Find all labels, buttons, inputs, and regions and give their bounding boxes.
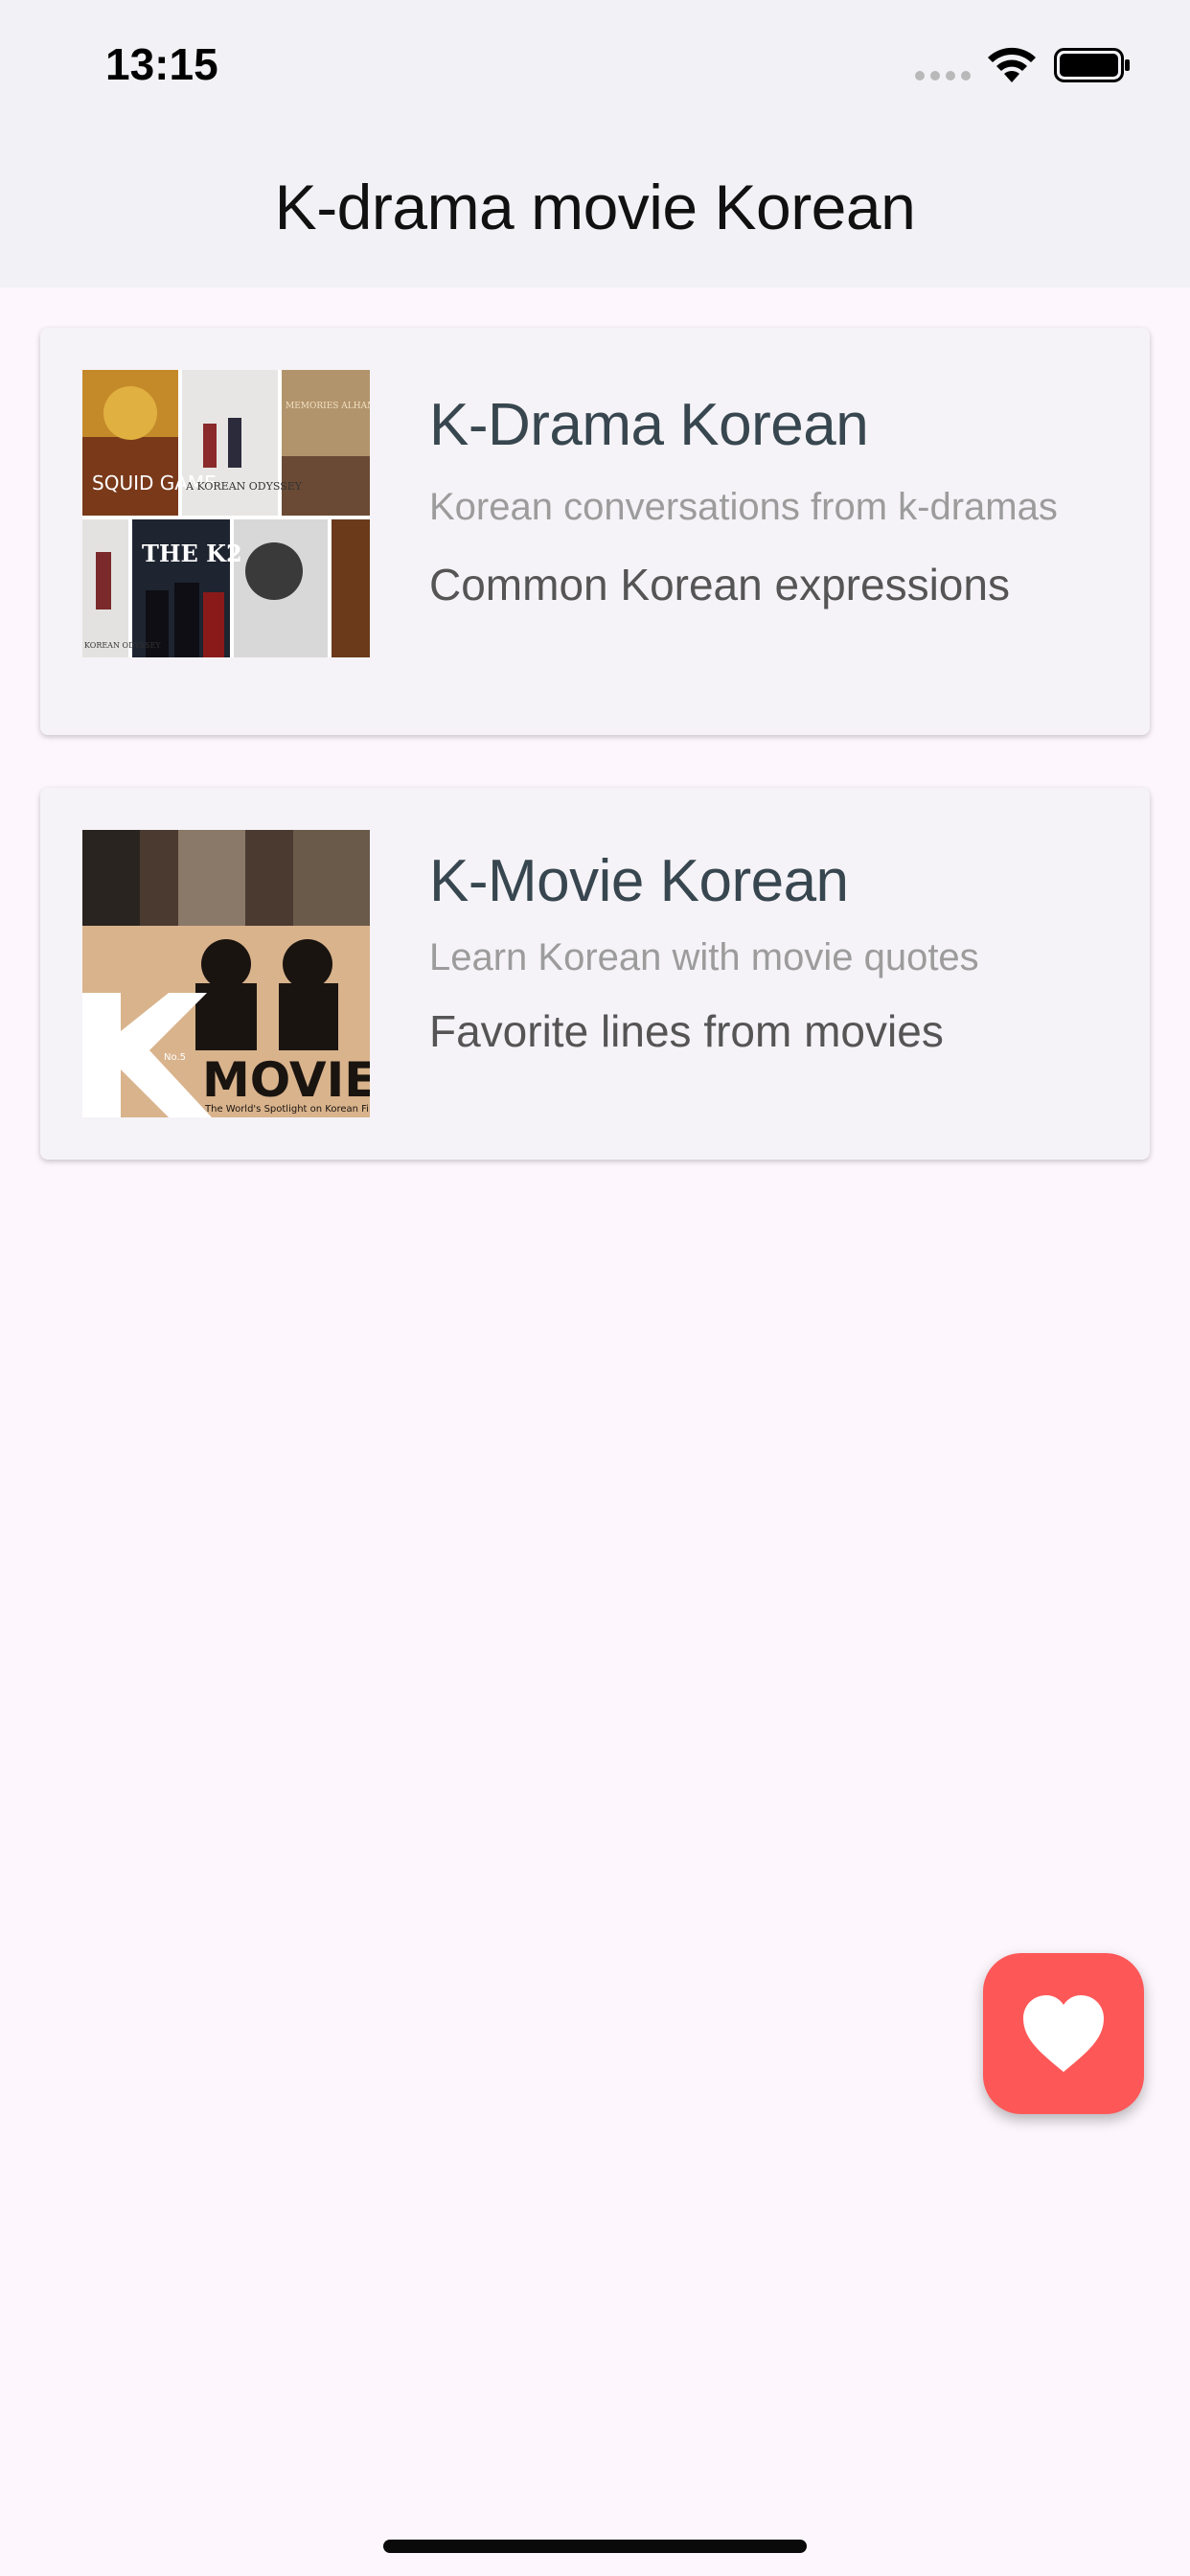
status-bar: 13:15 [0, 0, 1190, 134]
poster-title-korean-odyssey: A KOREAN ODYSSEY [185, 480, 303, 493]
card-caption: Favorite lines from movies [429, 1006, 944, 1056]
favorites-fab-button[interactable] [983, 1953, 1144, 2114]
cellular-signal-icon [915, 71, 971, 80]
home-indicator[interactable] [383, 2540, 807, 2553]
poster-title-alhambra: MEMORIES ALHAMBRA [286, 402, 370, 411]
kmovie-poster-word: MOVIE [202, 1052, 370, 1108]
wifi-icon [988, 47, 1036, 82]
card-subtitle: Learn Korean with movie quotes [429, 936, 979, 978]
kmovie-card-text: K-Movie Korean Learn Korean with movie q… [429, 847, 1111, 1057]
card-caption: Common Korean expressions [429, 560, 1010, 610]
card-title: K-Movie Korean [429, 848, 849, 914]
page-title: K-drama movie Korean [274, 172, 916, 242]
battery-icon [1054, 48, 1130, 82]
app-bar: K-drama movie Korean [0, 134, 1190, 288]
heart-icon [1023, 1995, 1104, 2072]
poster-title-the-k2: THE K2 [142, 540, 242, 567]
card-title: K-Drama Korean [429, 392, 869, 458]
kmovie-poster-tagline: The World's Spotlight on Korean Film [204, 1104, 370, 1115]
kmovie-card[interactable]: MOVIE The World's Spotlight on Korean Fi… [40, 788, 1150, 1160]
poster-title-odyssey-small: KOREAN ODYSSEY [84, 641, 161, 650]
kdrama-card-text: K-Drama Korean Korean conversations from… [429, 391, 1111, 610]
kdrama-thumbnail-image: SQUID GAME A KOREAN ODYSSEY MEMORIES ALH… [82, 370, 370, 657]
kdrama-card[interactable]: SQUID GAME A KOREAN ODYSSEY MEMORIES ALH… [40, 328, 1150, 735]
card-subtitle: Korean conversations from k-dramas [429, 486, 1058, 528]
kmovie-thumbnail-image: MOVIE The World's Spotlight on Korean Fi… [82, 830, 370, 1117]
status-time: 13:15 [105, 39, 218, 89]
kmovie-poster-issue: No.5 [164, 1052, 186, 1063]
